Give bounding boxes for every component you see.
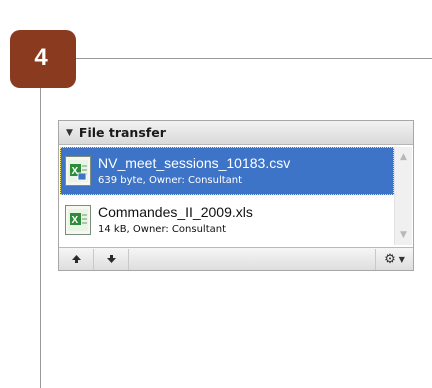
step-number: 4: [34, 44, 48, 71]
scroll-up-icon[interactable]: ▲: [397, 150, 410, 164]
excel-file-icon: X: [65, 156, 91, 186]
arrow-up-icon: [71, 255, 81, 263]
list-item[interactable]: X Commandes_II_2009.xls 14 kB, Owner: Co…: [60, 196, 394, 244]
move-down-button[interactable]: [94, 248, 129, 270]
file-name: Commandes_II_2009.xls: [98, 204, 253, 221]
pod-title: File transfer: [78, 125, 166, 140]
step-badge: 4: [10, 30, 76, 88]
pod-toolbar: ⚙ ▼: [59, 247, 413, 270]
pod-header[interactable]: ▼ File transfer: [59, 121, 413, 145]
gear-icon: ⚙: [384, 251, 396, 267]
excel-file-icon: X: [65, 205, 91, 235]
chevron-down-icon: ▼: [398, 254, 405, 264]
file-meta: 14 kB, Owner: Consultant: [98, 224, 227, 236]
svg-text:X: X: [72, 215, 79, 226]
file-transfer-pod: ▼ File transfer X NV_meet_sessions_10183…: [58, 120, 414, 271]
arrow-down-icon: [106, 255, 116, 263]
list-item[interactable]: X NV_meet_sessions_10183.csv 639 byte, O…: [60, 147, 394, 195]
move-up-button[interactable]: [59, 248, 94, 270]
file-name: NV_meet_sessions_10183.csv: [98, 155, 291, 172]
scroll-down-icon[interactable]: ▼: [397, 228, 410, 242]
svg-text:X: X: [72, 166, 79, 177]
divider-vertical: [40, 88, 41, 388]
collapse-triangle-icon[interactable]: ▼: [66, 128, 73, 138]
vertical-scrollbar[interactable]: ▲ ▼: [394, 147, 412, 245]
divider-horizontal: [76, 58, 432, 59]
file-list: X NV_meet_sessions_10183.csv 639 byte, O…: [59, 145, 413, 247]
file-meta: 639 byte, Owner: Consultant: [98, 175, 243, 187]
pod-options-button[interactable]: ⚙ ▼: [375, 248, 413, 270]
